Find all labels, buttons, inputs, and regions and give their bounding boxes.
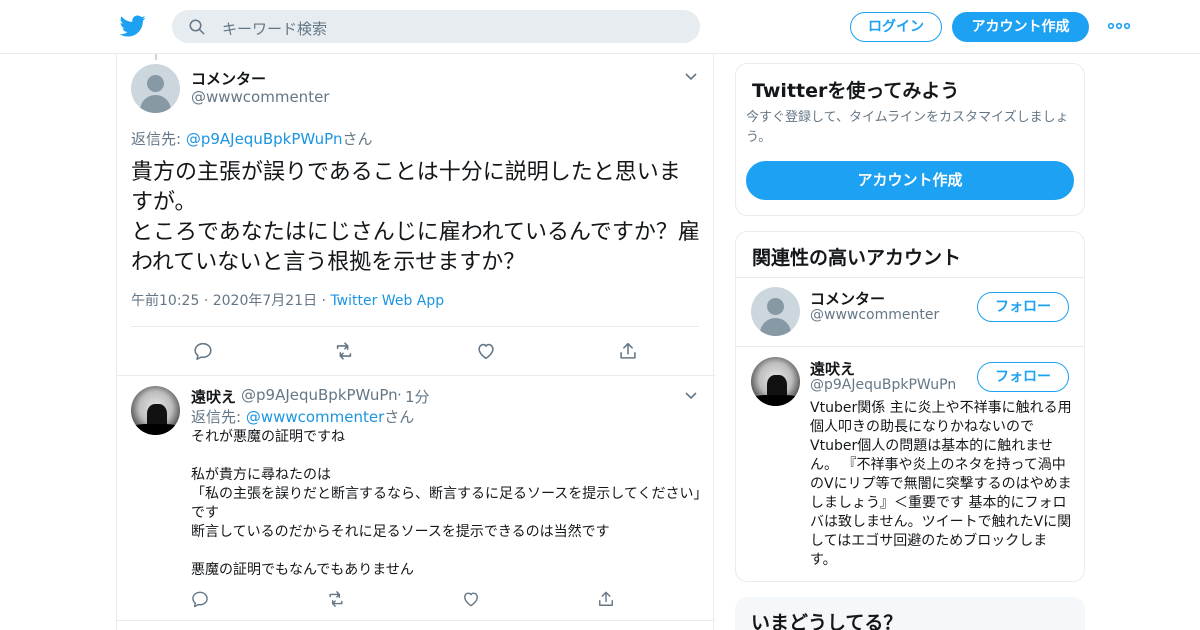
search-icon — [189, 19, 205, 35]
reply-text-line: 私が貴方に尋ねたのは — [191, 467, 331, 483]
rock-silhouette — [131, 424, 180, 435]
meta-separator: · — [203, 293, 209, 309]
meta-separator: · — [321, 293, 326, 309]
tweet-metadata: 午前10:25 · 2020年7月21日 · Twitter Web App — [131, 290, 444, 310]
tweet-time-ago[interactable]: 1分 — [405, 386, 430, 407]
avatar-head-shape — [767, 298, 784, 315]
tweet-time[interactable]: 午前10:25 — [131, 293, 199, 309]
search-input[interactable]: キーワード検索 — [222, 18, 327, 39]
trends-card: いまどうしてる？ — [735, 597, 1085, 630]
card-subtitle: 今すぐ登録して、タイムラインをカスタマイズしましょう。 — [746, 110, 1069, 145]
thread-connector — [155, 54, 157, 60]
timeline-column: コメンター @wwwcommenter 返信先: @p9AJequBpkPWuP… — [116, 54, 715, 630]
reply-text-line — [191, 447, 701, 466]
divider — [131, 326, 699, 327]
top-navigation-bar: キーワード検索 ログイン アカウント作成 — [0, 0, 1200, 54]
related-accounts-card: 関連性の高いアカウント コメンター @wwwcommenter フォロー 遠吠え… — [735, 231, 1085, 582]
reply-text-line: 断言しているのだからそれに足るソースを提示できるのは当然です — [191, 524, 610, 540]
reply-mention-link[interactable]: @wwwcommenter — [246, 408, 384, 426]
reply-mention-link[interactable]: @p9AJequBpkPWuPn — [186, 130, 343, 148]
chevron-down-icon[interactable] — [684, 391, 698, 401]
chevron-down-icon[interactable] — [684, 72, 698, 82]
account-name[interactable]: コメンター — [810, 288, 885, 309]
author-handle[interactable]: @p9AJequBpkPWuPn — [241, 386, 398, 404]
follow-button[interactable]: フォロー — [977, 362, 1069, 392]
tweet-source-app[interactable]: Twitter Web App — [330, 293, 444, 309]
divider — [117, 375, 715, 376]
author-handle[interactable]: @wwwcommenter — [191, 88, 329, 106]
reply-text-line: 悪魔の証明でもなんでもありません — [191, 562, 414, 578]
avatar-body-shape — [760, 318, 791, 336]
like-heart-icon[interactable] — [475, 340, 497, 362]
avatar-body-shape — [140, 95, 171, 113]
reply-suffix: さん — [384, 408, 415, 426]
share-icon[interactable] — [617, 340, 639, 362]
avatar[interactable] — [751, 357, 800, 406]
meta-separator: · — [397, 386, 402, 404]
reply-icon[interactable] — [190, 589, 210, 609]
like-heart-icon[interactable] — [461, 589, 481, 609]
author-name[interactable]: コメンター — [191, 68, 266, 89]
avatar[interactable] — [751, 287, 800, 336]
signup-card: Twitterを使ってみよう 今すぐ登録して、タイムラインをカスタマイズしましょ… — [735, 63, 1085, 216]
account-bio: Vtuber関係 主に炎上や不祥事に触れる用 個人叩きの助長になりかねないのでV… — [810, 400, 1072, 568]
card-title: 関連性の高いアカウント — [752, 247, 962, 269]
follow-button[interactable]: フォロー — [977, 292, 1069, 322]
reply-prefix: 返信先: — [191, 408, 246, 426]
retweet-icon[interactable] — [326, 589, 346, 609]
share-icon[interactable] — [596, 589, 616, 609]
account-handle[interactable]: @p9AJequBpkPWuPn — [810, 377, 956, 393]
twitter-bird-icon[interactable] — [119, 13, 147, 39]
tweet-date[interactable]: 2020年7月21日 — [213, 293, 317, 309]
divider — [736, 346, 1084, 347]
reply-tweet-text: それが悪魔の証明ですね 私が貴方に尋ねたのは 「私の主張を誤りだと断言するなら、… — [191, 428, 701, 580]
divider — [736, 277, 1084, 278]
reply-context: 返信先: @p9AJequBpkPWuPnさん — [131, 128, 373, 149]
reply-text-line — [191, 542, 701, 561]
reply-prefix: 返信先: — [131, 130, 186, 148]
card-title: Twitterを使ってみよう — [752, 80, 960, 102]
author-name[interactable]: 遠吠え — [191, 386, 236, 407]
reply-context: 返信先: @wwwcommenterさん — [191, 406, 414, 427]
login-button[interactable]: ログイン — [850, 12, 942, 42]
account-name[interactable]: 遠吠え — [810, 358, 855, 379]
avatar-head-shape — [147, 75, 164, 92]
rock-silhouette — [751, 395, 800, 406]
avatar[interactable] — [131, 386, 180, 435]
reply-text-line: それが悪魔の証明ですね — [191, 429, 345, 445]
tweet-text: 貴方の主張が誤りであることは十分に説明したと思いますが。 ところであなたはにじさ… — [131, 158, 701, 278]
card-title: いまどうしてる？ — [751, 612, 903, 630]
retweet-icon[interactable] — [333, 340, 355, 362]
search-bar[interactable]: キーワード検索 — [172, 10, 700, 43]
avatar[interactable] — [131, 64, 180, 113]
reply-text-line: 「私の主張を誤りだと断言するなら、断言するに足るソースを提示してください」です — [191, 486, 701, 521]
signup-button[interactable]: アカウント作成 — [746, 161, 1074, 200]
divider — [117, 620, 715, 621]
tweet-text-line: 貴方の主張が誤りであることは十分に説明したと思いますが。 — [131, 160, 681, 215]
account-handle[interactable]: @wwwcommenter — [810, 307, 939, 323]
reply-suffix: さん — [342, 130, 373, 148]
reply-icon[interactable] — [192, 340, 214, 362]
more-options-icon[interactable] — [1107, 19, 1131, 33]
signup-button[interactable]: アカウント作成 — [952, 12, 1089, 42]
tweet-text-line: ところであなたはにじさんじに雇われているんですか？雇われていないと言う根拠を示せ… — [131, 220, 700, 275]
